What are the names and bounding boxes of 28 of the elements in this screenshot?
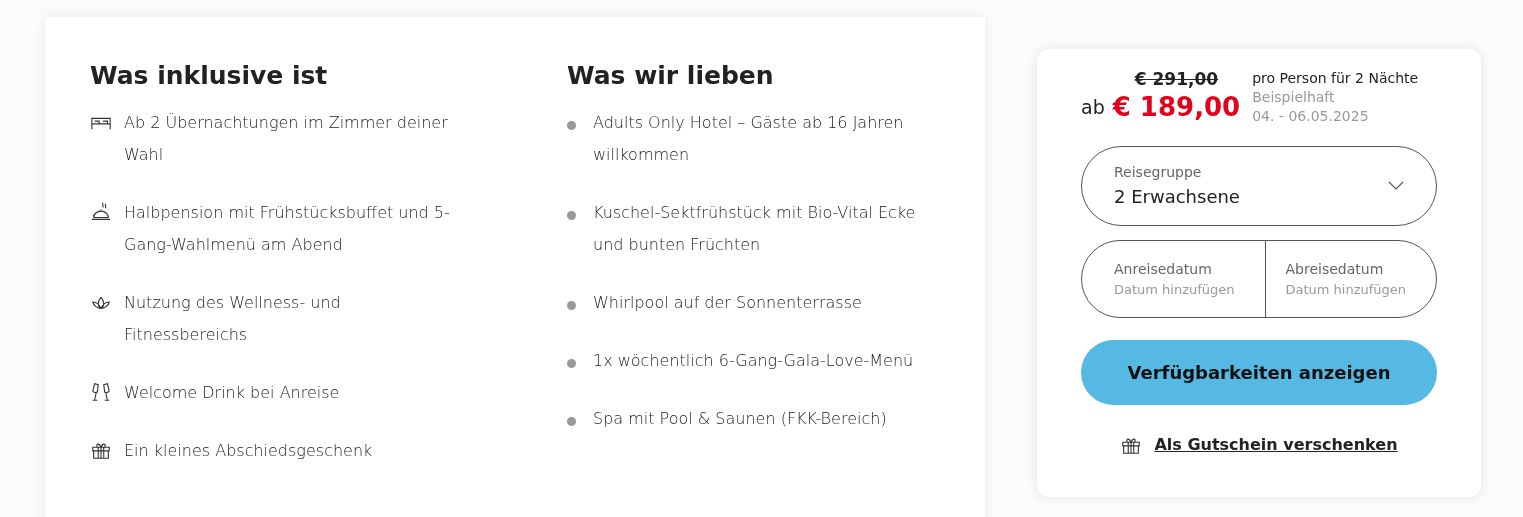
price-note: pro Person für 2 Nächte bbox=[1252, 69, 1419, 88]
inclusion-text: Welcome Drink bei Anreise bbox=[124, 381, 341, 404]
section-heading: Was wir lieben bbox=[567, 60, 775, 92]
highlight-text: Kuschel-Sektfrühstück mit Bio-Vital Ecke und bunten Früchten bbox=[593, 201, 917, 256]
bullet-icon bbox=[567, 120, 576, 130]
bullet-icon bbox=[567, 300, 576, 310]
bullet-icon bbox=[567, 416, 576, 426]
inclusion-text: Ab 2 Übernachtungen im Zimmer deiner Wahl bbox=[124, 111, 449, 166]
voucher-link[interactable]: Als Gutschein verschenken bbox=[1154, 433, 1398, 457]
date-range: 04. - 06.05.2025 bbox=[1252, 107, 1370, 126]
section-heading: Was inklusive ist bbox=[90, 60, 329, 92]
price-prefix: ab bbox=[1081, 94, 1105, 120]
example-label: Beispielhaft bbox=[1252, 88, 1336, 107]
bullet-icon bbox=[567, 358, 576, 368]
highlight-text: 1x wöchentlich 6-Gang-Gala-Love-Menü bbox=[593, 349, 915, 372]
highlight-text: Spa mit Pool & Saunen (FKK-Bereich) bbox=[593, 407, 888, 430]
availability-button[interactable]: Verfügbarkeiten anzeigen bbox=[1081, 340, 1437, 405]
highlight-text: Whirlpool auf der Sonnenterrasse bbox=[593, 291, 863, 314]
inclusion-text: Nutzung des Wellness- und Fitnessbereichs bbox=[124, 291, 342, 346]
inclusion-text: Halbpension mit Frühstücksbuffet und 5-Gang-Wahlmenü am Abend bbox=[124, 201, 451, 256]
current-price: € 189,00 bbox=[1112, 91, 1241, 123]
glasses-icon bbox=[90, 380, 112, 403]
cloche-icon bbox=[90, 200, 112, 223]
old-price: € 291,00 bbox=[1134, 68, 1219, 91]
bullet-icon bbox=[567, 210, 576, 220]
inclusion-text: Ein kleines Abschiedsgeschenk bbox=[124, 439, 374, 462]
highlight-text: Adults Only Hotel – Gäste ab 16 Jahren willkommen bbox=[593, 111, 905, 166]
chevron-down-icon bbox=[1388, 181, 1404, 191]
